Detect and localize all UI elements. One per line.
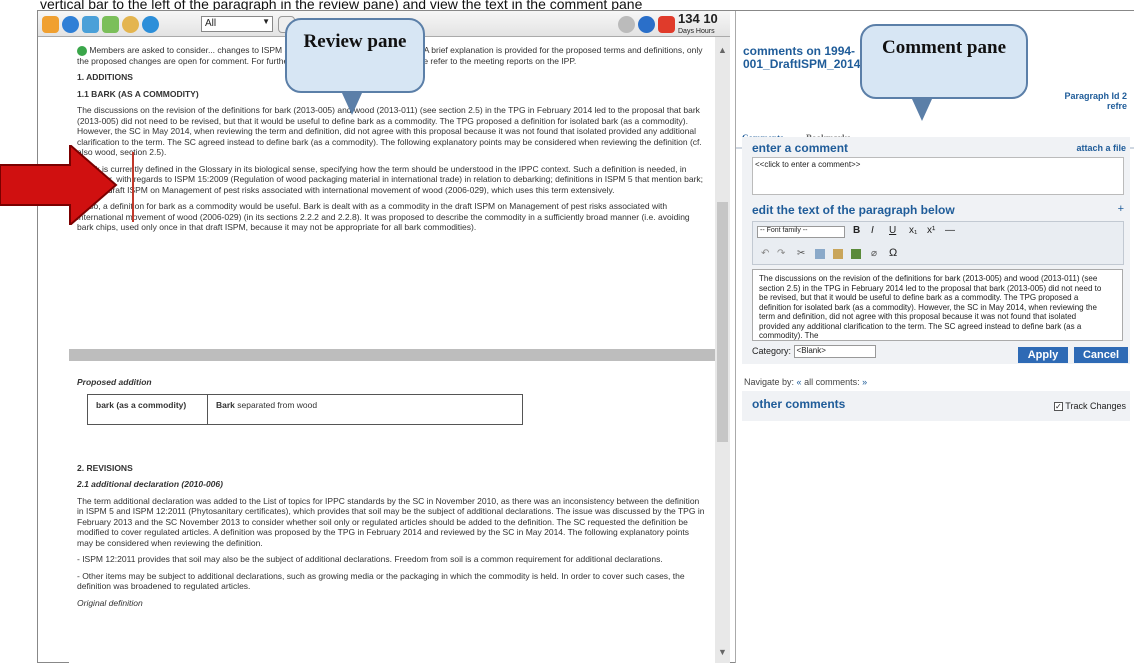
scrollbar-thumb[interactable] [717,202,728,442]
paragraph-bark-discussion[interactable]: The discussions on the revision of the d… [77,105,707,158]
review-pane-callout: Review pane [285,18,425,115]
editor-text: The discussions on the revision of the d… [759,274,1102,340]
edit-paragraph-heading: edit the text of the paragraph below [752,203,955,217]
page-break [69,349,715,361]
italic-icon[interactable]: I [871,225,874,236]
heading-revisions: 2. REVISIONS [77,462,133,473]
category-row: Category: <Blank> [752,345,876,358]
days-label: Days [678,28,694,35]
underline-icon[interactable]: U [889,225,896,236]
superscript-icon[interactable]: x¹ [927,225,935,236]
navigate-row: Navigate by: « all comments: » [744,377,867,387]
paragraph-soil[interactable]: - ISPM 12:2011 provides that soil may al… [77,554,707,565]
copy-icon[interactable] [815,249,825,259]
hours-label: Hours [695,28,715,35]
paragraph-bark-definition[interactable]: - Bark is currently defined in the Gloss… [77,164,707,196]
comment-pane-callout: Comment pane [860,24,1028,121]
track-changes-label: Track Changes [1065,401,1126,411]
comment-pane: comments on 1994-001_DraftISPM_2014_...-… [735,11,1134,663]
category-select[interactable]: <Blank> [793,345,876,358]
clear-format-icon[interactable]: ⌀ [871,248,877,259]
font-family-value: -- Font family -- [760,227,808,234]
cancel-button[interactable]: Cancel [1074,347,1128,363]
paste-word-icon[interactable] [851,249,861,259]
category-label: Category: [752,345,792,356]
apply-button[interactable]: Apply [1018,347,1068,363]
exit-icon[interactable] [658,16,675,33]
filter-select[interactable]: All ▼ [201,16,273,32]
table-cell-term[interactable]: bark (as a commodity) [87,393,208,425]
other-comments-box: other comments ✓ Track Changes [742,391,1130,421]
paragraph-other-items[interactable]: - Other items may be subject to addition… [77,571,707,592]
track-changes-checkbox[interactable]: ✓ [1053,402,1063,412]
hours-value: 10 [703,11,718,26]
paste-icon[interactable] [833,249,843,259]
callout-tail [912,99,932,121]
days-value: 134 [678,11,700,26]
scroll-down-icon[interactable]: ▼ [718,647,727,657]
special-char-icon[interactable]: Ω [889,247,897,259]
cut-icon[interactable]: ✂ [797,248,805,259]
navigate-label: Navigate by: [744,377,795,387]
comment-input[interactable]: <<click to enter a comment>> [752,157,1124,195]
red-arrow-annotation [0,145,118,225]
font-family-select[interactable]: -- Font family -- [757,226,845,238]
refresh-link[interactable]: refre [1064,101,1127,111]
edit-icon[interactable] [82,16,99,33]
next-comment-link[interactable]: » [862,377,867,387]
editor-toolbar: -- Font family -- B I U x₁ x¹ — ↶ ↷ ✂ ⌀ … [752,221,1124,265]
chevron-down-icon: ▼ [262,17,270,26]
info-icon[interactable] [62,16,79,33]
horizontal-rule-icon[interactable]: — [945,225,955,236]
track-changes-row: ✓ Track Changes [1053,401,1126,412]
tag-icon[interactable] [102,16,119,33]
enter-comment-heading: enter a comment [752,141,849,155]
definition-bold: Bark [216,399,235,410]
document-page-2: Proposed addition bark (as a commodity) … [77,377,707,614]
paragraph-additional-declaration[interactable]: The term additional declaration was adde… [77,496,707,549]
refresh-icon[interactable] [142,16,159,33]
review-pane: Members are asked to consider... changes… [69,37,715,663]
attach-file-link[interactable]: attach a file [1076,143,1126,153]
callout-tail [342,93,362,115]
table-cell-definition[interactable]: Bark separated from wood [207,393,523,425]
heading-additional-declaration: 2.1 additional declaration (2010-006) [77,479,223,489]
paragraph-bark-commodity[interactable]: - Also, a definition for bark as a commo… [77,201,707,233]
expand-plus-icon[interactable]: + [1118,203,1124,215]
subscript-icon[interactable]: x₁ [909,225,917,236]
paragraph-editor[interactable]: The discussions on the revision of the d… [752,269,1123,341]
previous-comment-link[interactable]: « [797,377,802,387]
filter-value: All [205,18,217,29]
original-definition-label: Original definition [77,597,143,608]
paragraph-id-block: Paragraph Id 2 refre [1064,91,1127,111]
definition-rest: separated from wood [234,399,318,410]
paragraph-marker-bar[interactable] [132,152,134,222]
help-icon[interactable] [638,16,655,33]
settings-icon[interactable] [618,16,635,33]
all-comments-label: all comments: [804,377,860,387]
comment-editor-box: enter a comment attach a file <<click to… [742,137,1130,364]
application-window: All ▼ 134 10 Days Hours Members are asked… [37,10,1134,663]
comment-marker-icon[interactable] [77,45,87,56]
deadline-counter: 134 10 Days Hours [678,12,728,38]
other-comments-heading: other comments [752,397,846,411]
screenshot: vertical bar to the left of the paragrap… [0,0,1134,663]
review-callout-text: Review pane [303,31,407,52]
paragraph-id: Paragraph Id 2 [1064,91,1127,101]
review-scrollbar[interactable]: ▲ ▼ [715,37,730,663]
scroll-up-icon[interactable]: ▲ [718,45,727,55]
category-value: <Blank> [796,346,826,355]
search-icon[interactable] [122,16,139,33]
bold-icon[interactable]: B [853,225,860,236]
table-row: bark (as a commodity) Bark separated fro… [87,393,523,425]
proposed-addition-label: Proposed addition [77,377,152,387]
home-icon[interactable] [42,16,59,33]
undo-icon[interactable]: ↶ [761,248,769,259]
arrow-shape [0,145,118,225]
comment-placeholder: <<click to enter a comment>> [755,160,861,169]
redo-icon[interactable]: ↷ [777,248,785,259]
proposed-addition-table: bark (as a commodity) Bark separated fro… [87,393,523,425]
comment-callout-text: Comment pane [881,37,1007,58]
